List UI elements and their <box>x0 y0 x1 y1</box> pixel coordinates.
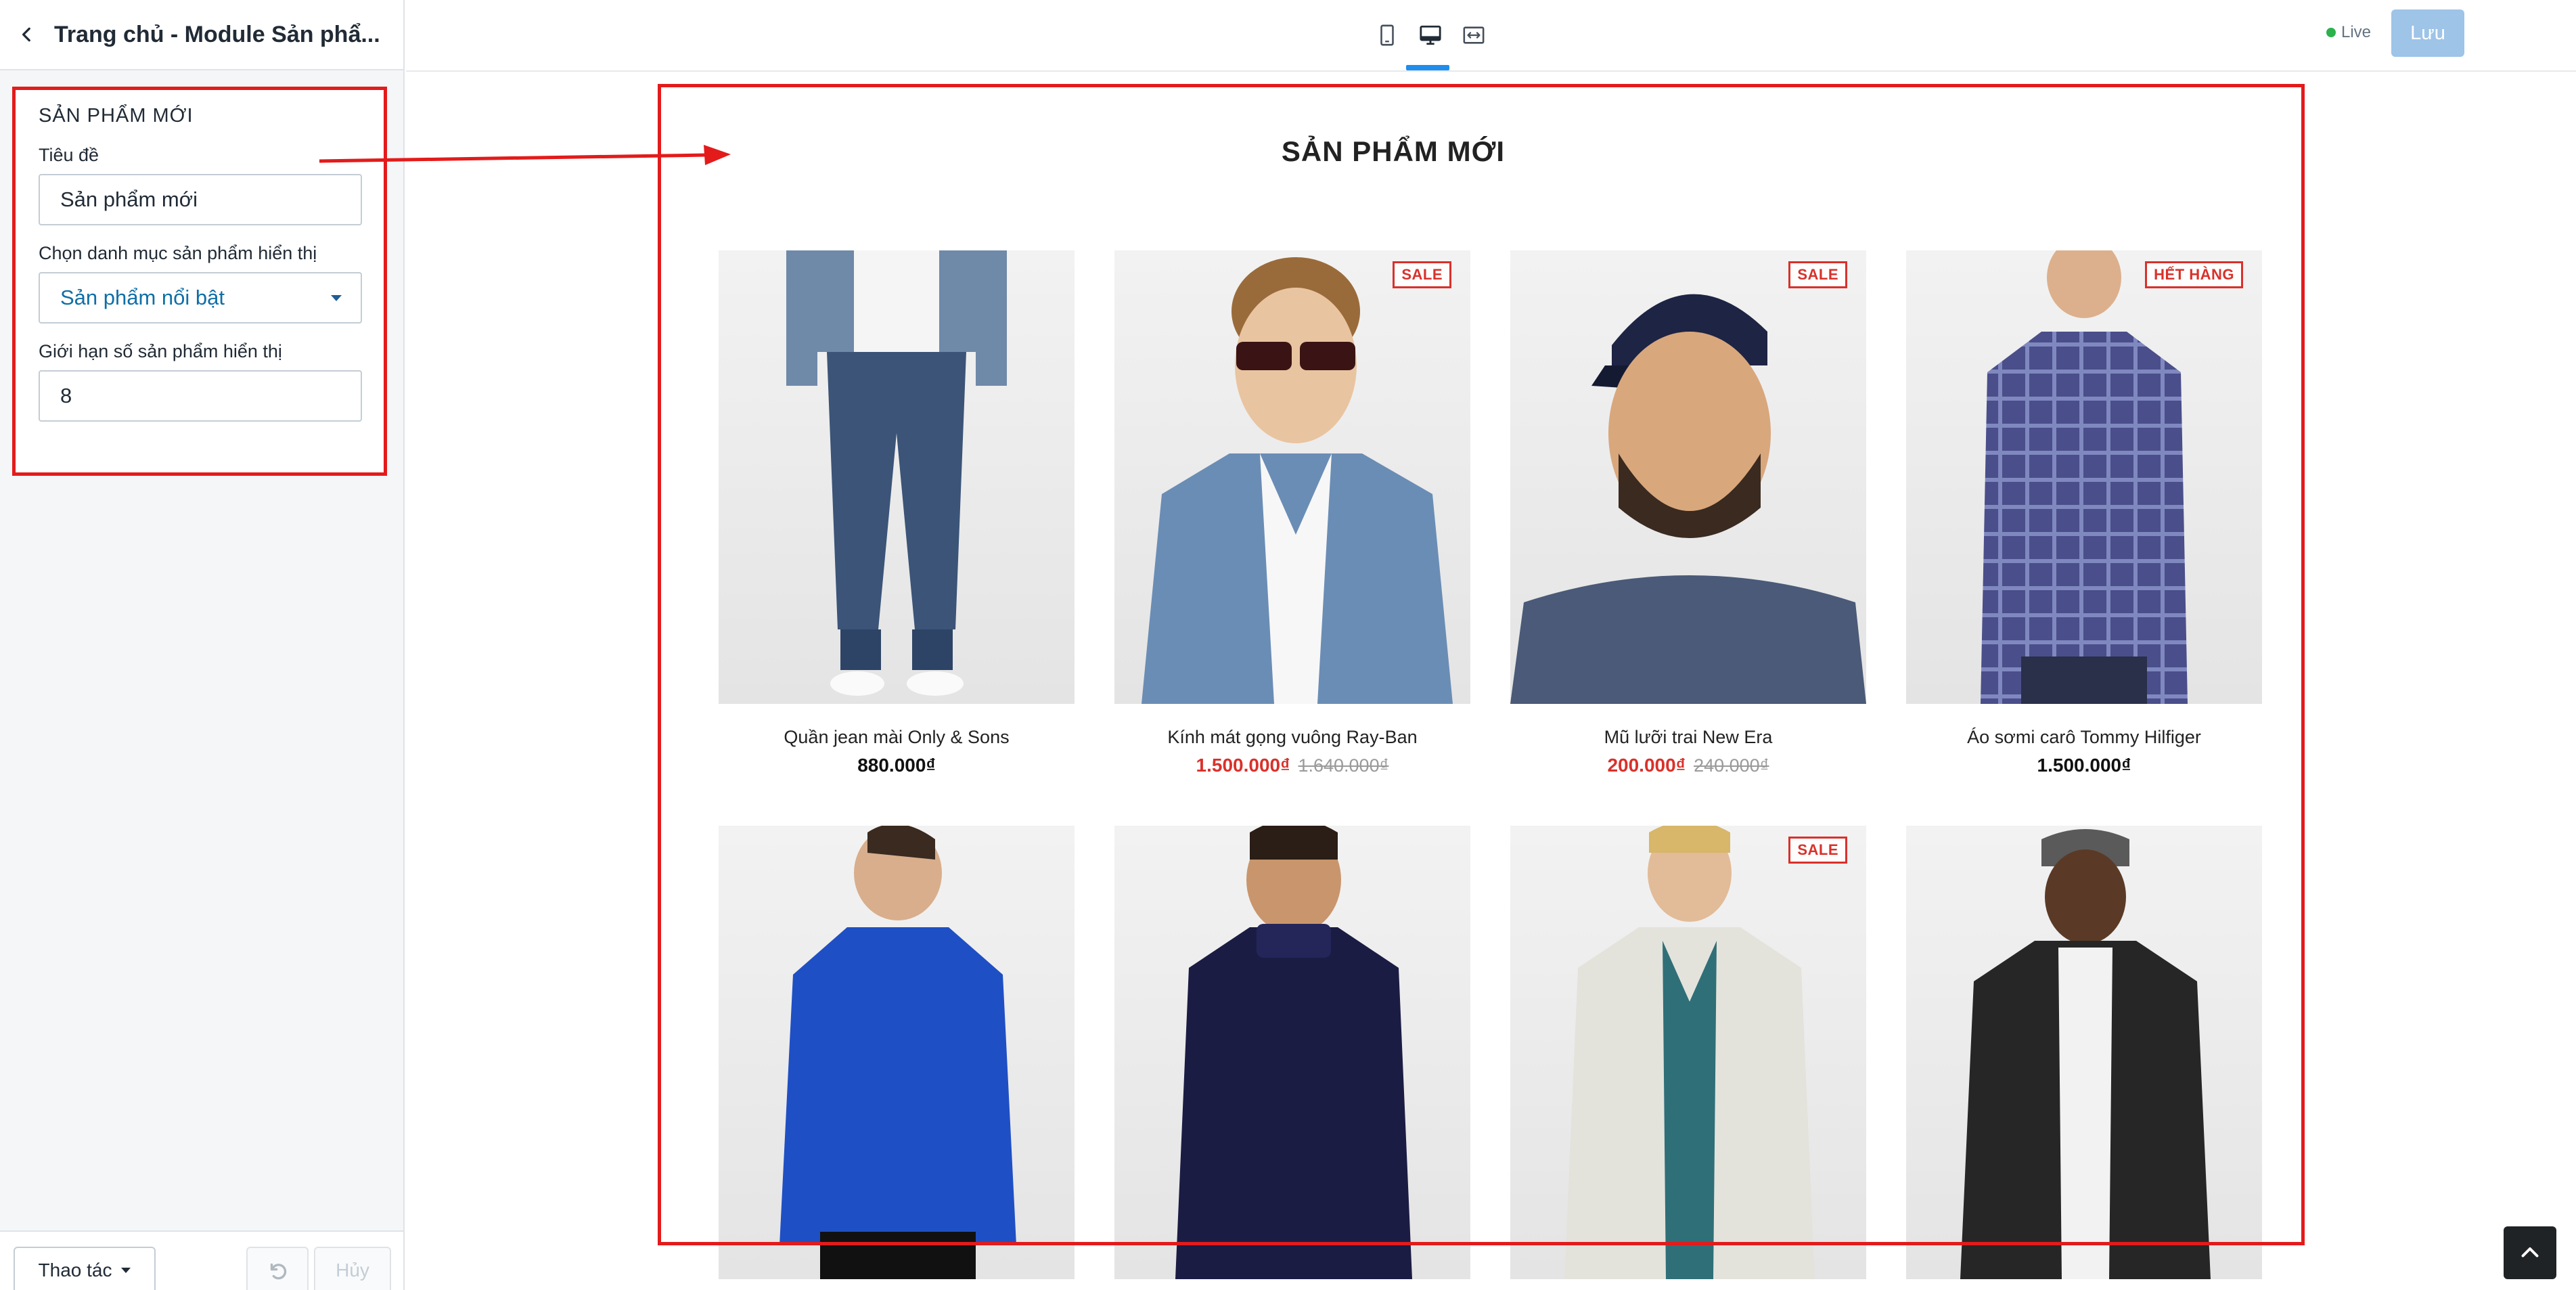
price-current: 1.500.000₫ <box>1196 755 1290 776</box>
mobile-icon <box>1380 24 1394 46</box>
price-current: 880.000₫ <box>857 755 936 776</box>
sale-badge: SALE <box>1788 261 1847 288</box>
product-name: Quần jean mài Only & Sons <box>784 727 1010 747</box>
product-image <box>1114 826 1470 1279</box>
category-select[interactable]: Sản phẩm nổi bật <box>39 272 362 324</box>
sidebar-header: Trang chủ - Module Sản phẩ... <box>0 0 403 70</box>
device-switcher <box>1372 19 1489 51</box>
model-parka-image <box>1564 826 1815 1279</box>
model-knit-sweater-image <box>1175 826 1412 1279</box>
desktop-icon <box>1420 25 1441 45</box>
top-toolbar: Live Lưu <box>406 0 2576 72</box>
back-button[interactable] <box>0 0 54 70</box>
live-status: Live <box>2326 23 2371 42</box>
model-hoodie-image <box>779 826 1016 1279</box>
sale-badge: SALE <box>1788 837 1847 864</box>
model-jeans-image <box>786 250 1007 696</box>
caret-down-icon <box>331 295 342 301</box>
price-current: 1.500.000₫ <box>2037 755 2131 776</box>
mobile-view-button[interactable] <box>1372 19 1402 51</box>
product-price: 200.000₫ 240.000₫ <box>1510 755 1866 776</box>
product-card[interactable] <box>719 826 1075 1279</box>
undo-button[interactable] <box>246 1247 309 1290</box>
sidebar-title: Trang chủ - Module Sản phẩ... <box>54 21 380 47</box>
model-denim-shirt-image <box>1142 257 1453 704</box>
price-old: 240.000₫ <box>1694 755 1769 776</box>
product-card[interactable]: SALE <box>1510 826 1866 1279</box>
undo-icon <box>270 1263 287 1280</box>
model-plaid-shirt-image <box>1981 250 2188 704</box>
section-title: SẢN PHẨM MỚI <box>1281 135 1506 167</box>
panel-title: SẢN PHẨM MỚI <box>39 105 194 127</box>
module-settings-panel: SẢN PHẨM MỚI Tiêu đề Chọn danh mục sản p… <box>12 87 387 476</box>
chevron-up-icon <box>2521 1247 2539 1258</box>
product-card[interactable]: SALE Kính mát gọng vuông Ray-Ban 1.500.0… <box>1114 250 1470 776</box>
editor-sidebar: Trang chủ - Module Sản phẩ... SẢN PHẨM M… <box>0 0 405 1290</box>
product-image <box>719 826 1075 1279</box>
product-name: Mũ lưỡi trai New Era <box>1604 727 1773 747</box>
product-card[interactable]: SALE Mũ lưỡi trai New Era 200.000₫ 240.00… <box>1510 250 1866 776</box>
title-input[interactable] <box>39 174 362 225</box>
category-field-label: Chọn danh mục sản phẩm hiển thị <box>39 243 317 263</box>
fullwidth-icon <box>1463 26 1485 44</box>
out-of-stock-badge: HẾT HÀNG <box>2145 261 2243 288</box>
product-image: SALE <box>1510 250 1866 704</box>
price-current: 200.000₫ <box>1607 755 1686 776</box>
sale-badge: SALE <box>1393 261 1451 288</box>
title-field-label: Tiêu đề <box>39 145 99 165</box>
actions-label: Thao tác <box>38 1260 112 1281</box>
product-name: Áo sơmi carô Tommy Hilfiger <box>1967 727 2201 747</box>
product-price: 1.500.000₫ 1.640.000₫ <box>1114 755 1470 776</box>
cancel-button[interactable]: Hủy <box>314 1247 391 1290</box>
category-select-value: Sản phẩm nổi bật <box>60 286 225 309</box>
desktop-view-button[interactable] <box>1416 19 1445 51</box>
product-price: 1.500.000₫ <box>1906 755 2262 776</box>
product-image <box>719 250 1075 704</box>
product-image: HẾT HÀNG <box>1906 250 2262 704</box>
product-card[interactable] <box>1906 826 2262 1279</box>
product-image: SALE <box>1114 250 1470 704</box>
active-device-indicator <box>1406 65 1449 70</box>
actions-dropdown-button[interactable]: Thao tác <box>14 1247 156 1290</box>
page-preview: SẢN PHẨM MỚI Quần jean mài Only & Sons 8… <box>406 73 2576 1290</box>
product-card[interactable] <box>1114 826 1470 1279</box>
product-name: Kính mát gọng vuông Ray-Ban <box>1167 727 1418 747</box>
fullwidth-view-button[interactable] <box>1459 19 1489 51</box>
live-label: Live <box>2341 23 2372 41</box>
model-bomber-jacket-image <box>1960 829 2211 1279</box>
limit-field-label: Giới hạn số sản phẩm hiển thị <box>39 341 282 361</box>
limit-input[interactable] <box>39 370 362 422</box>
product-price: 880.000₫ <box>719 755 1075 776</box>
caret-down-icon <box>121 1268 131 1273</box>
price-old: 1.640.000₫ <box>1298 755 1389 776</box>
scroll-to-top-button[interactable] <box>2504 1226 2556 1279</box>
sidebar-footer: Thao tác Hủy <box>0 1230 403 1290</box>
product-card[interactable]: Quần jean mài Only & Sons 880.000₫ <box>719 250 1075 776</box>
product-card[interactable]: HẾT HÀNG Áo sơmi carô Tommy Hilfiger 1.5… <box>1906 250 2262 776</box>
chevron-left-icon <box>22 27 30 42</box>
product-image <box>1906 826 2262 1279</box>
save-button[interactable]: Lưu <box>2391 9 2464 57</box>
product-image: SALE <box>1510 826 1866 1279</box>
live-dot-icon <box>2326 28 2336 37</box>
model-cap-image <box>1510 294 1866 704</box>
